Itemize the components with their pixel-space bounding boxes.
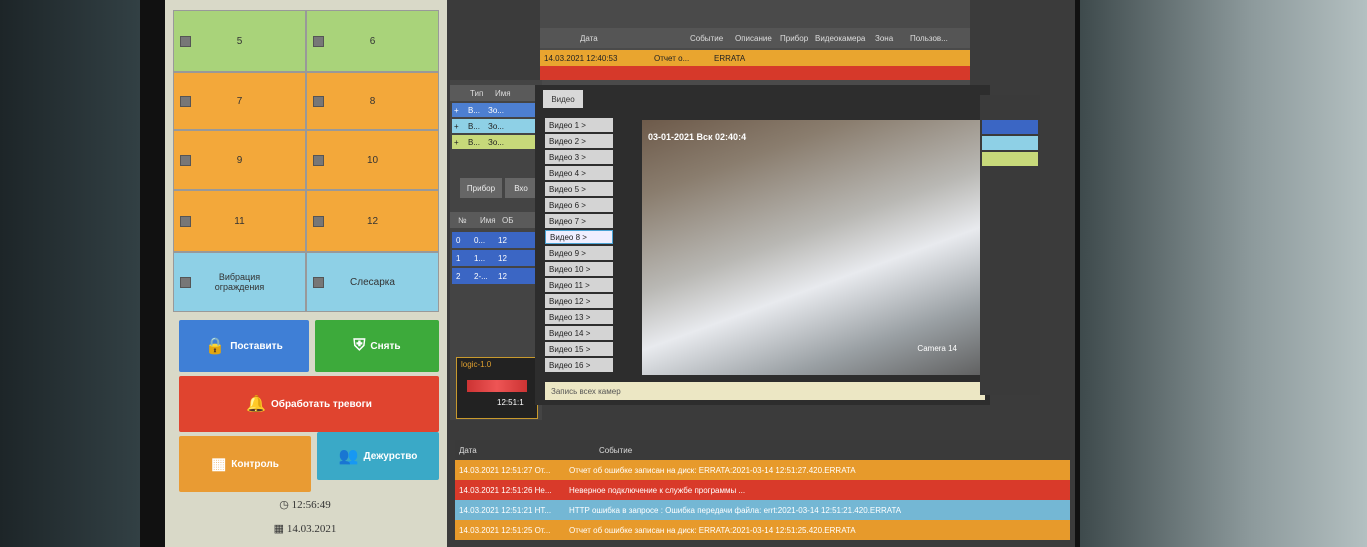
tab-inputs[interactable]: Вхо — [505, 178, 537, 198]
type-row[interactable]: + В... Зо... — [452, 119, 540, 133]
video-panel: Видео Видео 1 > Видео 2 > Видео 3 > Виде… — [535, 85, 997, 405]
event-log-header: Дата Событие — [455, 440, 1070, 460]
video-item[interactable]: Видео 13 > — [545, 310, 613, 324]
event-row[interactable]: 14.03.2021 12:51:26 Не... Неверное подкл… — [455, 480, 1070, 500]
disarm-button[interactable]: ⛨ Снять — [315, 320, 439, 372]
top-event-row-red[interactable] — [540, 66, 970, 80]
checkbox[interactable] — [180, 96, 191, 107]
video-item[interactable]: Видео 6 > — [545, 198, 613, 212]
video-item[interactable]: Видео 9 > — [545, 246, 613, 260]
checkbox[interactable] — [180, 155, 191, 166]
top-events-header: Дата Событие Описание Прибор Видеокамера… — [540, 28, 970, 48]
video-item[interactable]: Видео 14 > — [545, 326, 613, 340]
event-log: Дата Событие 14.03.2021 12:51:27 От... О… — [455, 440, 1070, 540]
video-item[interactable]: Видео 4 > — [545, 166, 613, 180]
device-row[interactable]: 0 0... 12 — [452, 232, 540, 248]
top-event-row[interactable]: 14.03.2021 12:40:53 Отчет о... ERRATA — [540, 50, 970, 66]
zone-cell-10[interactable]: 10 — [306, 130, 439, 190]
video-item[interactable]: Видео 2 > — [545, 134, 613, 148]
top-events-panel: Дата Событие Описание Прибор Видеокамера… — [540, 0, 970, 90]
checkbox[interactable] — [313, 277, 324, 288]
device-row[interactable]: 2 2-... 12 — [452, 268, 540, 284]
tab-device[interactable]: Прибор — [460, 178, 502, 198]
checkbox[interactable] — [313, 36, 324, 47]
zone-cell-vibration[interactable]: Вибрация ограждения — [173, 252, 306, 312]
video-item[interactable]: Видео 1 > — [545, 118, 613, 132]
checkbox[interactable] — [180, 216, 191, 227]
event-row[interactable]: 14.03.2021 12:51:25 От... Отчет об ошибк… — [455, 520, 1070, 540]
video-item[interactable]: Видео 11 > — [545, 278, 613, 292]
camera-feed[interactable]: 03-01-2021 Вск 02:40:4 Camera 14 — [642, 120, 997, 375]
alarm-icon: 🔔 — [246, 396, 266, 413]
clock-icon: ◷ — [279, 499, 292, 511]
zone-cell-11[interactable]: 11 — [173, 190, 306, 252]
shield-icon: ⛨ — [353, 337, 366, 354]
event-row[interactable]: 14.03.2021 12:51:21 НТ... HTTP ошибка в … — [455, 500, 1070, 520]
video-item[interactable]: Видео 10 > — [545, 262, 613, 276]
checkbox[interactable] — [313, 96, 324, 107]
clock-date: ▦ 14.03.2021 — [273, 523, 337, 535]
control-icon: ▦ — [211, 456, 227, 473]
zone-cell-locksmith[interactable]: Слесарка — [306, 252, 439, 312]
right-side-panel — [980, 95, 1040, 395]
device-table-header: № Имя ОБ — [450, 212, 542, 228]
checkbox[interactable] — [180, 277, 191, 288]
calendar-icon: ▦ — [273, 523, 287, 535]
level-bar — [467, 380, 527, 392]
status-row[interactable] — [982, 152, 1038, 166]
device-row[interactable]: 1 1... 12 — [452, 250, 540, 266]
status-row[interactable] — [982, 120, 1038, 134]
checkbox[interactable] — [313, 155, 324, 166]
video-list: Видео 1 > Видео 2 > Видео 3 > Видео 4 > … — [545, 118, 613, 374]
video-item[interactable]: Видео 3 > — [545, 150, 613, 164]
type-table-header: Тип Имя — [450, 85, 542, 101]
checkbox[interactable] — [180, 36, 191, 47]
arm-button[interactable]: 🔒 Поставить — [179, 320, 309, 372]
event-row[interactable]: 14.03.2021 12:51:27 От... Отчет об ошибк… — [455, 460, 1070, 480]
zone-cell-5[interactable]: 5 — [173, 10, 306, 72]
control-button[interactable]: ▦ Контроль — [179, 436, 311, 492]
clock-time: ◷ 12:56:49 — [279, 499, 331, 511]
checkbox[interactable] — [313, 216, 324, 227]
logic-widget[interactable]: logic-1.0 12:51:1 — [456, 357, 538, 419]
background-left — [0, 0, 140, 547]
zone-cell-7[interactable]: 7 — [173, 72, 306, 130]
process-alarms-button[interactable]: 🔔 Обработать тревоги — [179, 376, 439, 432]
app-screen: 5 6 7 8 9 10 11 12 Вибрация ограждения С… — [165, 0, 1075, 547]
type-row[interactable]: + В... Зо... — [452, 135, 540, 149]
zone-cell-6[interactable]: 6 — [306, 10, 439, 72]
duty-button[interactable]: 👥 Дежурство — [317, 432, 439, 480]
zone-cell-8[interactable]: 8 — [306, 72, 439, 130]
zone-panel: 5 6 7 8 9 10 11 12 Вибрация ограждения С… — [165, 0, 447, 547]
video-status: Запись всех камер — [545, 382, 985, 400]
users-icon: 👥 — [338, 448, 359, 465]
zone-cell-9[interactable]: 9 — [173, 130, 306, 190]
video-item[interactable]: Видео 16 > — [545, 358, 613, 372]
status-row[interactable] — [982, 136, 1038, 150]
video-item[interactable]: Видео 15 > — [545, 342, 613, 356]
padlock-icon: 🔒 — [205, 338, 226, 355]
background-right — [1080, 0, 1367, 547]
video-item-selected[interactable]: Видео 8 > — [545, 230, 613, 244]
tab-video[interactable]: Видео — [543, 90, 583, 108]
type-row[interactable]: + В... Зо... — [452, 103, 540, 117]
video-item[interactable]: Видео 7 > — [545, 214, 613, 228]
video-item[interactable]: Видео 12 > — [545, 294, 613, 308]
video-item[interactable]: Видео 5 > — [545, 182, 613, 196]
zone-cell-12[interactable]: 12 — [306, 190, 439, 252]
